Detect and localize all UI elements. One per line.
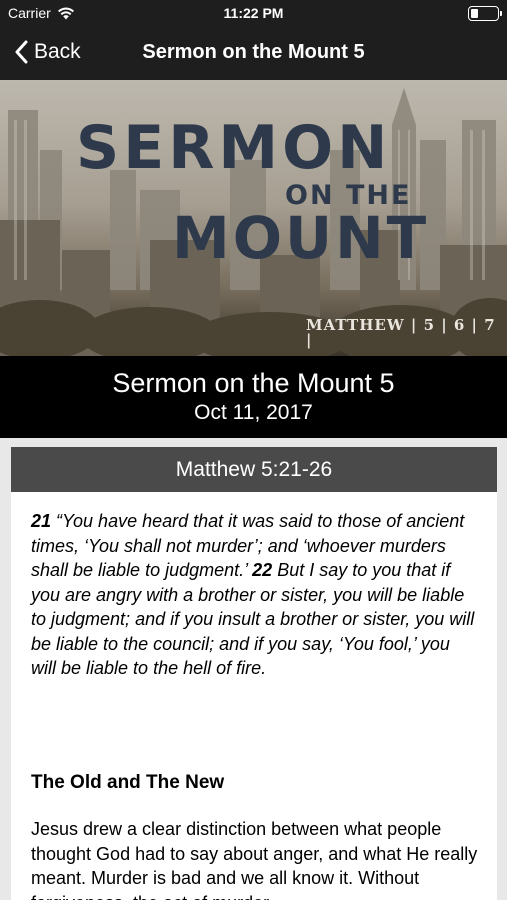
banner-word-mount: MOUNT: [172, 204, 430, 272]
sermon-date: Oct 11, 2017: [194, 401, 313, 424]
passage-reference: Matthew 5:21-26: [11, 447, 497, 492]
banner-scripture-reference: MATTHEW | 5 | 6 | 7 |: [306, 316, 496, 349]
sermon-title: Sermon on the Mount 5: [112, 368, 395, 398]
back-button[interactable]: Back: [14, 40, 81, 64]
verse-number: 21: [31, 511, 52, 531]
banner-word-sermon: SERMON: [76, 113, 392, 183]
back-label: Back: [34, 40, 81, 63]
sermon-header: Sermon on the Mount 5 Oct 11, 2017: [0, 356, 507, 438]
battery-icon: [468, 6, 502, 21]
notes-body: Jesus drew a clear distinction between w…: [31, 819, 478, 900]
sermon-content-area[interactable]: Matthew 5:21-26 21 “You have heard that …: [0, 438, 507, 900]
banner-lettering: SERMON ON THE MOUNT MATTHEW | 5 | 6 | 7 …: [0, 80, 507, 356]
status-bar: Carrier 11:22 PM: [0, 0, 507, 28]
notes-heading: The Old and The New: [31, 772, 225, 793]
chevron-left-icon: [15, 40, 28, 64]
sermon-series-banner: SERMON ON THE MOUNT MATTHEW | 5 | 6 | 7 …: [0, 80, 507, 356]
navigation-bar: Back Sermon on the Mount 5: [0, 28, 507, 80]
verse-number: 22: [252, 560, 273, 580]
battery-fill: [471, 9, 478, 18]
scripture-text: 21 “You have heard that it was said to t…: [11, 492, 497, 681]
passage-card: Matthew 5:21-26 21 “You have heard that …: [11, 447, 497, 900]
status-time: 11:22 PM: [223, 5, 284, 21]
